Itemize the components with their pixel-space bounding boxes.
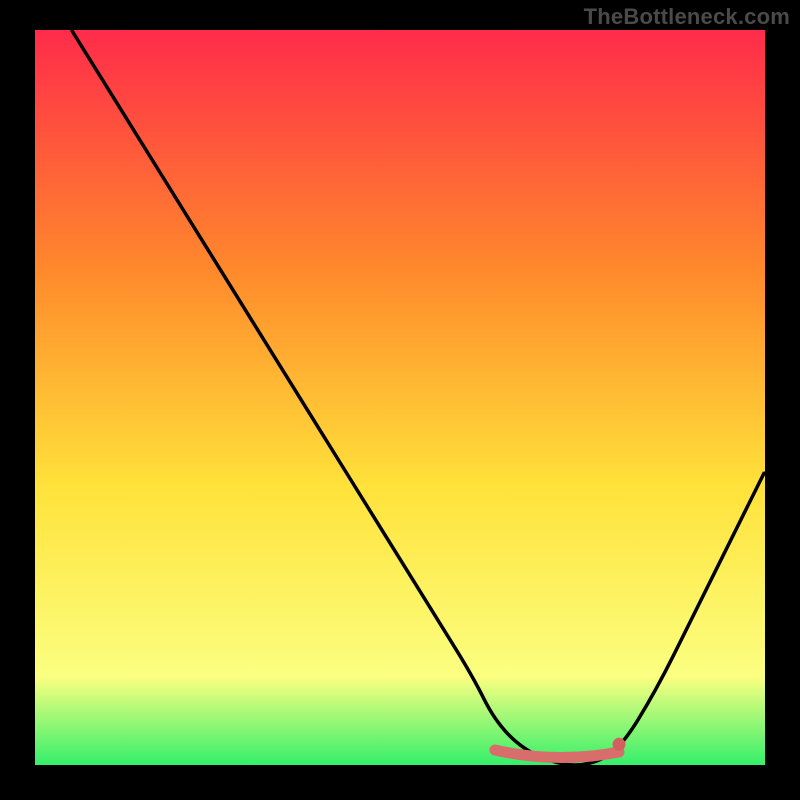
plot-svg: [35, 30, 765, 765]
gradient-background: [35, 30, 765, 765]
trough-dot-icon: [613, 738, 626, 751]
plot-area: [35, 30, 765, 765]
watermark-text: TheBottleneck.com: [584, 4, 790, 30]
chart-frame: TheBottleneck.com: [0, 0, 800, 800]
